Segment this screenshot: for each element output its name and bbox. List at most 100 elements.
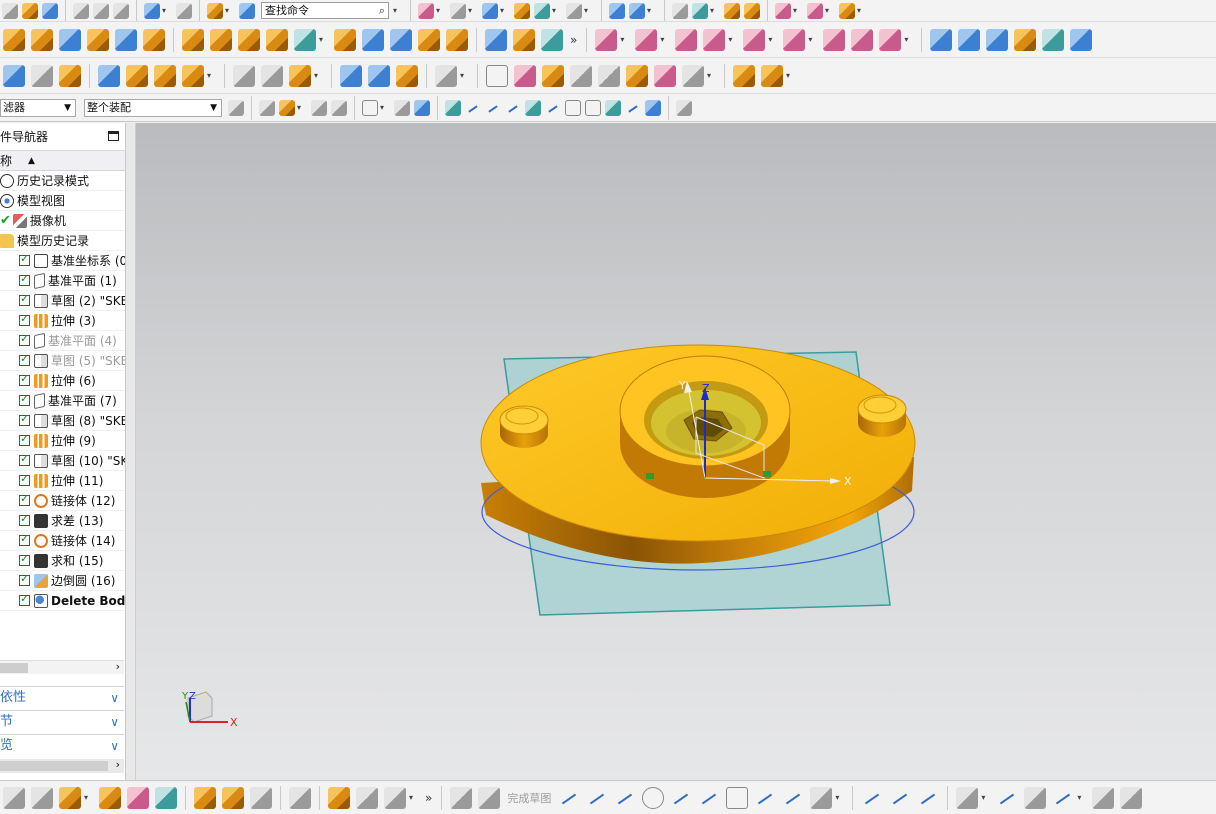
triangle-icon[interactable] [486, 64, 508, 87]
visibility-checkbox[interactable] [19, 472, 30, 486]
offset-dropdown-icon[interactable]: ▾ [981, 793, 989, 802]
sketch-icon[interactable] [450, 786, 473, 809]
sort-ascending-icon[interactable]: ▲ [28, 151, 35, 171]
orient-view-dropdown-icon[interactable]: ▾ [500, 6, 508, 15]
select-body-icon[interactable] [414, 99, 430, 116]
weld-icon[interactable] [733, 64, 755, 87]
visibility-checkbox[interactable] [19, 492, 30, 506]
open-folder-icon[interactable] [22, 2, 38, 19]
snap-quadrant-icon[interactable] [585, 99, 601, 116]
edge-blend-icon[interactable] [485, 28, 507, 51]
visibility-checkbox[interactable] [19, 532, 30, 546]
make-coplanar-icon[interactable] [783, 28, 806, 51]
visibility-checkbox[interactable] [19, 352, 30, 366]
helix-tool-icon[interactable] [289, 64, 311, 87]
offset-emboss-icon[interactable] [126, 64, 148, 87]
through-mesh-icon[interactable] [958, 28, 981, 51]
tree-item-history-mode[interactable]: 历史记录模式 [0, 171, 125, 191]
rectangle-select-icon[interactable] [362, 99, 378, 116]
select-face-icon[interactable] [394, 99, 410, 116]
render-style-dropdown-icon[interactable]: ▾ [468, 6, 476, 15]
more-tools-icon[interactable]: » [570, 33, 577, 47]
feature-row[interactable]: Delete Body [0, 591, 125, 611]
feature-select-icon[interactable] [279, 99, 295, 116]
fit-tolerance-dropdown-icon[interactable]: ▾ [707, 71, 715, 80]
arrangement-icon[interactable] [384, 786, 406, 809]
gdt-icon[interactable] [570, 64, 592, 87]
assembly-cut-icon[interactable] [222, 786, 244, 809]
visibility-checkbox[interactable] [19, 252, 30, 266]
assembly-constraint-icon[interactable] [629, 2, 645, 19]
graphics-viewport[interactable]: X Y Z [136, 123, 1216, 780]
right-boss[interactable] [857, 394, 907, 424]
touch-mode-dropdown-icon[interactable]: ▾ [225, 6, 233, 15]
revolve-icon[interactable] [31, 28, 53, 51]
fastener-dropdown-icon[interactable]: ▾ [786, 71, 794, 80]
arc-tool-icon[interactable] [261, 64, 283, 87]
spring-icon[interactable] [368, 64, 390, 87]
exploded-view-icon[interactable] [155, 786, 177, 809]
visibility-checkbox[interactable] [19, 592, 30, 606]
tree-item-model-history[interactable]: 模型历史记录 [0, 231, 125, 251]
block-icon[interactable] [59, 28, 81, 51]
chamfer-icon[interactable] [513, 28, 535, 51]
subtract-icon[interactable] [294, 28, 316, 51]
undo-dropdown-icon[interactable]: ▾ [162, 6, 170, 15]
shell-icon[interactable] [334, 28, 356, 51]
symbol-icon[interactable] [626, 64, 648, 87]
command-search-input[interactable]: 查找命令 ⌕ [261, 2, 389, 19]
draft-icon[interactable] [362, 28, 384, 51]
arrangement-dropdown-icon[interactable]: ▾ [409, 793, 417, 802]
sketch-settings-icon[interactable] [1120, 786, 1143, 809]
snap-endpoint-icon[interactable] [445, 99, 461, 116]
view-triad[interactable]: X Y Z [178, 686, 248, 736]
extrude-icon[interactable] [3, 28, 25, 51]
feature-row[interactable]: 拉伸 (6) [0, 371, 125, 391]
tree-item-model-views[interactable]: 模型视图 [0, 191, 125, 211]
wcs-icon[interactable] [692, 2, 708, 19]
circle-icon[interactable] [642, 786, 665, 809]
cone-icon[interactable] [115, 28, 137, 51]
replace-face-icon[interactable] [703, 28, 726, 51]
line-icon[interactable] [586, 787, 608, 809]
rectangle-select-dropdown-icon[interactable]: ▾ [380, 103, 388, 112]
background-dropdown-icon[interactable]: ▾ [584, 6, 592, 15]
fastener-icon[interactable] [761, 64, 783, 87]
chamfer-sketch-icon[interactable] [698, 787, 720, 809]
snap-on-line-icon[interactable] [625, 100, 641, 116]
assembly-dropdown-icon[interactable]: ▾ [647, 6, 655, 15]
redo-icon[interactable] [176, 2, 192, 19]
profile-icon[interactable] [558, 787, 580, 809]
boolean-dropdown-icon[interactable]: ▾ [319, 35, 327, 44]
model-canvas[interactable]: X Y Z [136, 123, 1216, 780]
visibility-checkbox[interactable] [19, 552, 30, 566]
save-icon[interactable] [42, 2, 58, 19]
feature-row[interactable]: 求和 (15) [0, 551, 125, 571]
tools-icon[interactable] [435, 64, 457, 87]
feature-row[interactable]: 链接体 (14) [0, 531, 125, 551]
distance-dropdown-icon[interactable]: ▾ [857, 6, 865, 15]
pull-face-dropdown-icon[interactable]: ▾ [660, 35, 668, 44]
feature-row[interactable]: 基准坐标系 (0 [0, 251, 125, 271]
offset-face-icon[interactable] [390, 28, 412, 51]
fit-tolerance-icon[interactable] [682, 64, 704, 87]
layer-settings-icon[interactable] [672, 2, 688, 19]
snap-point-on-face-icon[interactable] [645, 99, 661, 116]
snap-on-curve-icon[interactable] [485, 100, 501, 116]
polygon-icon[interactable] [810, 786, 833, 809]
bearing-icon[interactable] [396, 64, 418, 87]
note-icon[interactable] [598, 64, 620, 87]
component-pattern-icon[interactable] [99, 786, 121, 809]
undo-icon[interactable] [144, 2, 160, 19]
polyline-icon[interactable] [754, 787, 776, 809]
feature-row[interactable]: 草图 (5) "SKE [0, 351, 125, 371]
swept-icon[interactable] [986, 28, 1009, 51]
text-icon[interactable] [154, 64, 176, 87]
delete-face-icon[interactable] [675, 28, 698, 51]
type-filter-select[interactable]: 滤器 ▼ [0, 98, 76, 117]
cut-icon[interactable] [73, 2, 89, 19]
filter-settings-icon[interactable] [228, 99, 244, 116]
hole-icon[interactable] [182, 28, 204, 51]
section-view-icon[interactable] [514, 2, 530, 19]
snap-intersection-icon[interactable] [605, 99, 621, 116]
